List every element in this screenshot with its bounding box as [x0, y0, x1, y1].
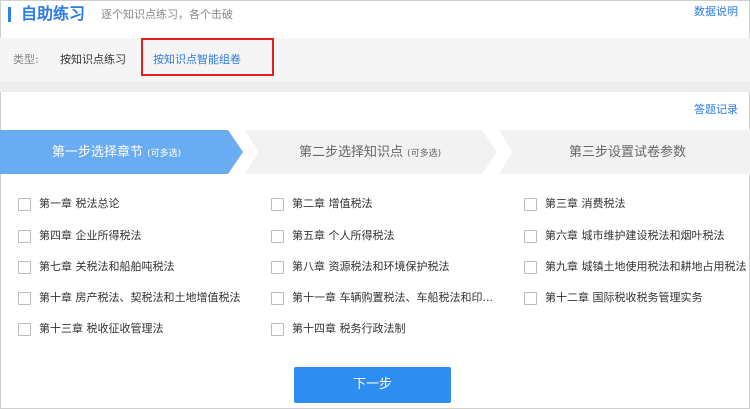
chapter-label: 第九章 城镇土地使用税法和耕地占用税法	[545, 260, 747, 273]
chapter-checkbox-12[interactable]: 第十二章 国际税收税务管理实务	[524, 290, 703, 306]
next-step-button[interactable]: 下一步	[294, 367, 451, 403]
step-1-tab[interactable]: 第一步选择章节 (可多选)	[52, 145, 181, 162]
checkbox-icon[interactable]	[524, 197, 537, 211]
chapter-label: 第五章 个人所得税法	[292, 229, 395, 242]
checkbox-icon[interactable]	[524, 291, 537, 305]
checkbox-icon[interactable]	[18, 197, 31, 211]
chapter-checkbox-10[interactable]: 第十章 房产税法、契税法和土地增值税法	[18, 290, 241, 306]
page-title: 自助练习	[21, 4, 86, 23]
chapter-label: 第十四章 税务行政法制	[292, 322, 406, 335]
chapter-label: 第一章 税法总论	[39, 197, 120, 210]
chapter-label: 第四章 企业所得税法	[39, 229, 142, 242]
chapter-checkbox-1[interactable]: 第一章 税法总论	[18, 196, 120, 212]
chapter-checkbox-3[interactable]: 第三章 消费税法	[524, 196, 626, 212]
chapter-label: 第二章 增值税法	[292, 197, 373, 210]
data-description-link[interactable]: 数据说明	[694, 5, 738, 19]
checkbox-icon[interactable]	[524, 229, 537, 243]
checkbox-icon[interactable]	[18, 291, 31, 305]
step-2-note: (可多选)	[407, 149, 442, 159]
type-label: 类型:	[13, 53, 39, 66]
chapter-checkbox-7[interactable]: 第七章 关税法和船舶吨税法	[18, 259, 175, 275]
chapter-checkbox-9[interactable]: 第九章 城镇土地使用税法和耕地占用税法	[524, 259, 747, 275]
checkbox-icon[interactable]	[271, 229, 284, 243]
step-progress: 第一步选择章节 (可多选) 第二步选择知识点 (可多选) 第三步设置试卷参数	[0, 130, 750, 174]
step-1-label: 第一步选择章节	[52, 145, 144, 160]
step-3-label: 第三步设置试卷参数	[569, 145, 687, 160]
chapter-label: 第十二章 国际税收税务管理实务	[545, 291, 703, 304]
type-option-practice-by-point[interactable]: 按知识点练习	[60, 53, 126, 67]
type-option-smart-paper[interactable]: 按知识点智能组卷	[141, 38, 274, 76]
chapter-checkbox-5[interactable]: 第五章 个人所得税法	[271, 228, 395, 244]
section-divider	[0, 82, 750, 92]
step-3-tab[interactable]: 第三步设置试卷参数	[569, 145, 686, 161]
step-2-tab[interactable]: 第二步选择知识点 (可多选)	[299, 145, 441, 162]
checkbox-icon[interactable]	[524, 260, 537, 274]
chapter-checkbox-2[interactable]: 第二章 增值税法	[271, 196, 373, 212]
chapter-checkbox-11[interactable]: 第十一章 车辆购置税法、车船税法和印...	[271, 290, 493, 306]
checkbox-icon[interactable]	[271, 291, 284, 305]
chapter-checkbox-8[interactable]: 第八章 资源税法和环境保护税法	[271, 259, 450, 275]
step-1-note: (可多选)	[147, 149, 182, 159]
chapter-checkbox-6[interactable]: 第六章 城市维护建设税法和烟叶税法	[524, 228, 725, 244]
chapter-label: 第十一章 车辆购置税法、车船税法和印...	[292, 291, 493, 304]
chapter-label: 第七章 关税法和船舶吨税法	[39, 260, 175, 273]
chapter-label: 第三章 消费税法	[545, 197, 626, 210]
page-subtitle: 逐个知识点练习，各个击破	[101, 8, 233, 21]
chapter-label: 第八章 资源税法和环境保护税法	[292, 260, 450, 273]
checkbox-icon[interactable]	[18, 229, 31, 243]
chapter-checkbox-13[interactable]: 第十三章 税收征收管理法	[18, 321, 164, 337]
title-accent-bar	[8, 7, 11, 22]
chapter-label: 第十章 房产税法、契税法和土地增值税法	[39, 291, 241, 304]
checkbox-icon[interactable]	[18, 260, 31, 274]
type-selector-row: 类型: 按知识点练习 按知识点智能组卷	[0, 38, 750, 82]
checkbox-icon[interactable]	[271, 260, 284, 274]
chapter-checkbox-4[interactable]: 第四章 企业所得税法	[18, 228, 142, 244]
chapter-label: 第十三章 税收征收管理法	[39, 322, 164, 335]
step-2-label: 第二步选择知识点	[299, 145, 404, 160]
checkbox-icon[interactable]	[271, 197, 284, 211]
checkbox-icon[interactable]	[271, 322, 284, 336]
chapter-label: 第六章 城市维护建设税法和烟叶税法	[545, 229, 725, 242]
answer-record-link[interactable]: 答题记录	[694, 103, 738, 117]
checkbox-icon[interactable]	[18, 322, 31, 336]
chapter-checkbox-14[interactable]: 第十四章 税务行政法制	[271, 321, 406, 337]
page-header: 自助练习 逐个知识点练习，各个击破 数据说明	[0, 0, 750, 34]
